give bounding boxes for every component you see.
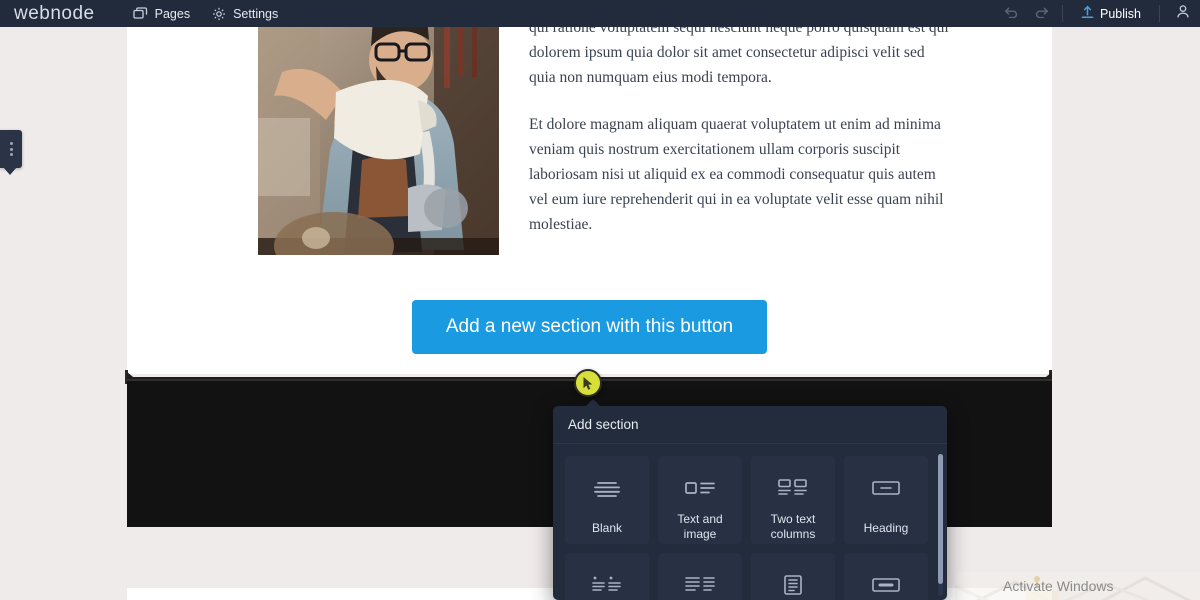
mouse-pointer-icon [582,376,595,391]
section-card-document[interactable] [751,553,835,600]
account-button[interactable] [1166,0,1200,27]
section-card-text-and-image[interactable]: Text and image [658,456,742,544]
top-right-controls: Publish [996,0,1200,27]
section-card-text-and-image-label: Text and image [677,512,723,541]
section-card-heading-label: Heading [863,521,909,535]
section-card-two-text-columns[interactable]: Two text columns [751,456,835,544]
nav-item-pages-label: Pages [154,6,191,21]
barista-photo-illustration [258,0,499,255]
gear-icon [212,7,226,21]
undo-button[interactable] [996,0,1026,27]
top-toolbar: webnode Pages Settings Publish [0,0,1200,27]
webnode-editor: webnode Pages Settings Publish qui ratio… [0,0,1200,600]
redo-button[interactable] [1026,0,1056,27]
click-marker [574,369,602,397]
upload-icon [1081,5,1094,22]
cta-container: Add a new section with this button [127,300,1052,354]
article-copy[interactable]: qui ratione voluptatem sequi nesciunt ne… [529,19,949,317]
add-section-panel-body: Blank Text and image Two text columns He… [553,444,947,600]
toolbar-divider [1062,5,1063,22]
publish-button[interactable]: Publish [1069,0,1153,27]
heading-box-icon [870,473,902,503]
document-icon [781,570,805,600]
text-image-icon [684,473,716,503]
kebab-menu-icon [9,142,13,156]
panel-pointer-notch [584,399,602,408]
nav-item-pages[interactable]: Pages [132,6,191,21]
section-card-two-text-columns-label: Two text columns [770,512,816,541]
add-section-panel: Add section Blank Text and image Two tex… [553,406,947,600]
add-new-section-button[interactable]: Add a new section with this button [411,300,768,354]
nav-item-settings-label: Settings [233,6,279,21]
nav-item-settings[interactable]: Settings [212,7,278,21]
section-menu-handle[interactable] [0,130,22,175]
barista-photo[interactable] [258,0,499,255]
windows-activation-watermark: Activate Windows [1003,578,1114,594]
webnode-logo[interactable]: webnode [14,4,95,23]
toolbar-divider-2 [1159,5,1160,22]
heading-bar-icon [870,570,902,600]
user-icon [1176,4,1190,24]
two-columns-icon [777,473,809,503]
undo-icon [1004,5,1019,23]
section-card-heading[interactable]: Heading [844,456,928,544]
panel-scrollbar[interactable] [938,454,943,596]
article-block: qui ratione voluptatem sequi nesciunt ne… [127,0,1052,317]
pages-icon [132,7,148,20]
section-text-and-image[interactable]: qui ratione voluptatem sequi nesciunt ne… [127,0,1052,374]
section-card-bullet-columns[interactable] [565,553,649,600]
section-card-blank-label: Blank [591,521,623,535]
top-nav: Pages Settings [132,6,278,21]
section-card-text-lines[interactable] [658,553,742,600]
bullet-columns-icon [591,570,623,600]
article-paragraph-2: Et dolore magnam aliquam quaerat volupta… [529,116,944,233]
section-card-heading-bar[interactable]: Heading [844,553,928,600]
section-card-blank[interactable]: Blank [565,456,649,544]
redo-icon [1034,5,1049,23]
text-lines-icon [684,570,716,600]
lines-icon [592,473,622,503]
add-section-panel-title: Add section [553,406,947,444]
publish-button-label: Publish [1100,6,1141,21]
section-type-grid: Blank Text and image Two text columns He… [565,456,937,600]
